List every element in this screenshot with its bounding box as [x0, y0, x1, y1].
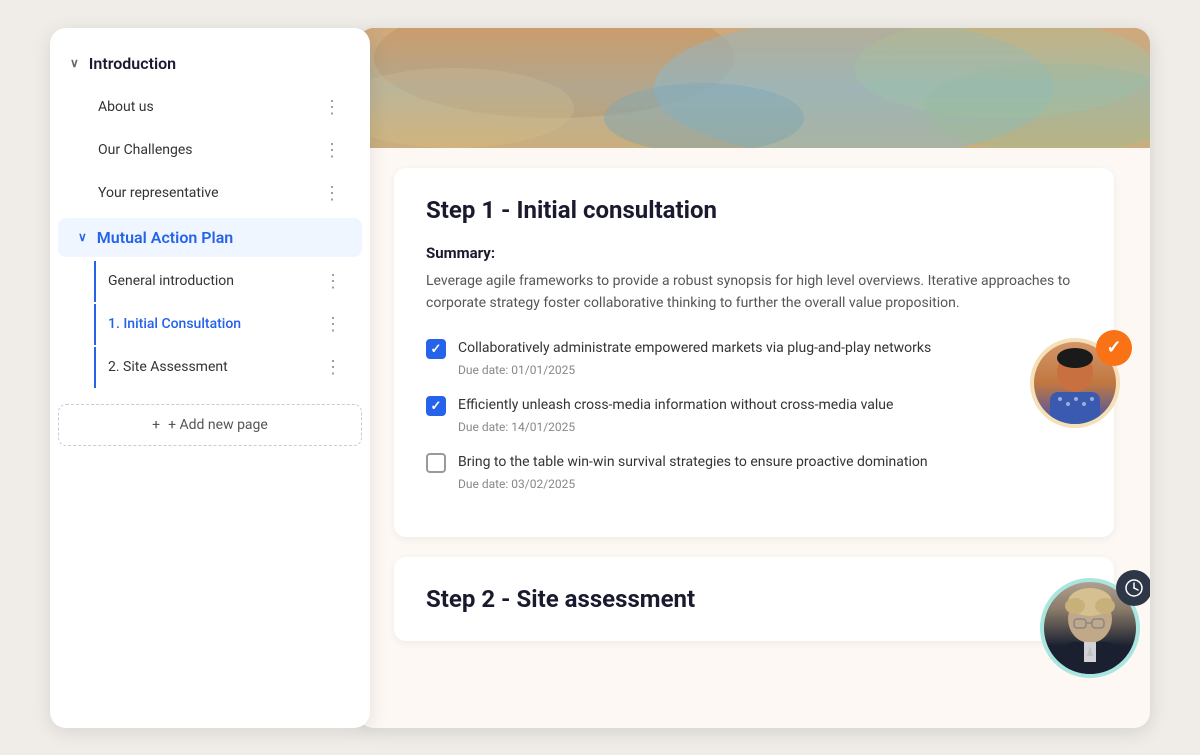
clock-badge-2 — [1116, 570, 1150, 606]
avatar-1-container: ✓ — [1030, 338, 1120, 428]
task-text-2: Efficiently unleash cross-media informat… — [458, 395, 893, 416]
checkbox-3[interactable] — [426, 453, 446, 473]
task-row-1: Collaboratively administrate empowered m… — [426, 338, 1082, 359]
task-row-2: Efficiently unleash cross-media informat… — [426, 395, 1082, 416]
main-content-area: Step 1 - Initial consultation Summary: L… — [358, 28, 1150, 728]
chevron-down-icon: ∨ — [70, 56, 79, 70]
summary-label: Summary: — [426, 244, 1082, 262]
sidebar-item-initial-consultation[interactable]: 1. Initial Consultation ⋮ — [58, 304, 362, 345]
site-assessment-label: 2. Site Assessment — [108, 359, 228, 375]
chevron-down-icon: ∨ — [78, 230, 87, 244]
sidebar-introduction-header[interactable]: ∨ Introduction — [50, 44, 370, 83]
hero-image — [358, 28, 1150, 148]
more-options-icon[interactable]: ⋮ — [323, 97, 342, 118]
sidebar-item-your-representative[interactable]: Your representative ⋮ — [58, 173, 362, 214]
due-date-3: Due date: 03/02/2025 — [458, 477, 1082, 491]
avatar-1-wrapper: ✓ — [1030, 338, 1120, 428]
more-options-icon[interactable]: ⋮ — [324, 271, 342, 292]
sidebar: ∨ Introduction About us ⋮ Our Challenges… — [50, 28, 370, 728]
task-row-3: Bring to the table win-win survival stra… — [426, 452, 1082, 473]
step2-card: Step 2 - Site assessment — [394, 557, 1114, 641]
avatar-2-wrapper — [1040, 578, 1140, 678]
task-item-2: Efficiently unleash cross-media informat… — [426, 395, 1082, 434]
our-challenges-label: Our Challenges — [98, 142, 192, 158]
add-new-page-button[interactable]: + + Add new page — [58, 404, 362, 446]
check-badge-1: ✓ — [1096, 330, 1132, 366]
due-date-2: Due date: 14/01/2025 — [458, 420, 1082, 434]
task-text-1: Collaboratively administrate empowered m… — [458, 338, 931, 359]
task-item-3: Bring to the table win-win survival stra… — [426, 452, 1082, 491]
sidebar-introduction-label: Introduction — [89, 54, 176, 73]
avatar-2-container — [1040, 578, 1140, 678]
more-options-icon[interactable]: ⋮ — [324, 357, 342, 378]
summary-text: Leverage agile frameworks to provide a r… — [426, 270, 1082, 315]
plus-icon: + — [152, 417, 160, 433]
sidebar-item-site-assessment[interactable]: 2. Site Assessment ⋮ — [58, 347, 362, 388]
task-item-1: Collaboratively administrate empowered m… — [426, 338, 1082, 377]
add-page-label: + Add new page — [168, 417, 268, 433]
hero-overlay — [358, 28, 1150, 148]
step1-title: Step 1 - Initial consultation — [426, 196, 1082, 224]
more-options-icon[interactable]: ⋮ — [323, 183, 342, 204]
more-options-icon[interactable]: ⋮ — [323, 140, 342, 161]
your-representative-label: Your representative — [98, 185, 219, 201]
sidebar-item-about-us[interactable]: About us ⋮ — [58, 87, 362, 128]
initial-consultation-label: 1. Initial Consultation — [108, 316, 241, 332]
due-date-1: Due date: 01/01/2025 — [458, 363, 1082, 377]
introduction-items: About us ⋮ Our Challenges ⋮ Your represe… — [50, 87, 370, 214]
mutual-action-plan-label: Mutual Action Plan — [97, 228, 233, 247]
checkbox-1[interactable] — [426, 339, 446, 359]
sidebar-mutual-action-plan-header[interactable]: ∨ Mutual Action Plan — [58, 218, 362, 257]
step1-card: Step 1 - Initial consultation Summary: L… — [394, 168, 1114, 538]
checkbox-2[interactable] — [426, 396, 446, 416]
sidebar-item-our-challenges[interactable]: Our Challenges ⋮ — [58, 130, 362, 171]
about-us-label: About us — [98, 99, 154, 115]
sidebar-item-general-introduction[interactable]: General introduction ⋮ — [58, 261, 362, 302]
step2-title: Step 2 - Site assessment — [426, 585, 1082, 613]
general-introduction-label: General introduction — [108, 273, 234, 289]
more-options-icon[interactable]: ⋮ — [324, 314, 342, 335]
task-text-3: Bring to the table win-win survival stra… — [458, 452, 928, 473]
mutual-action-plan-items: General introduction ⋮ 1. Initial Consul… — [50, 261, 370, 388]
